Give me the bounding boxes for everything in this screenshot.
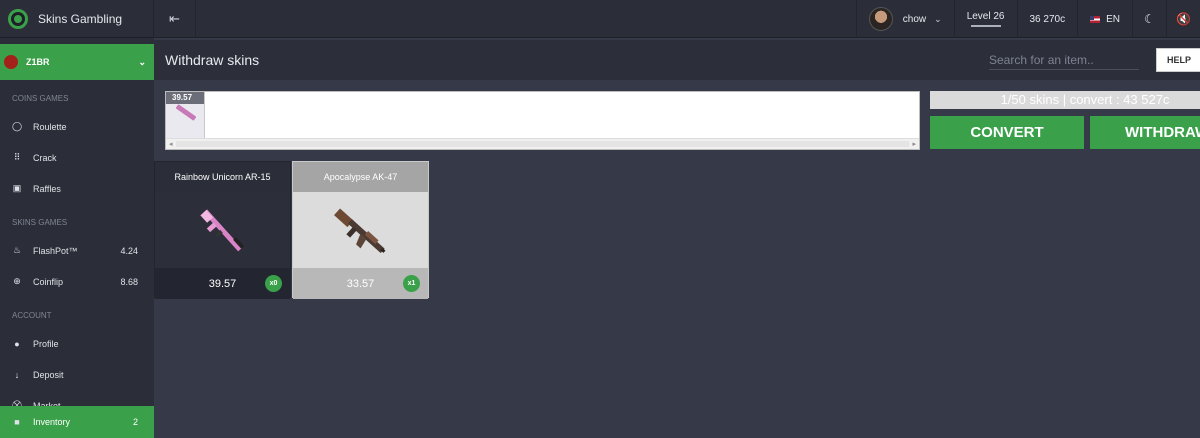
language-label: EN bbox=[1106, 13, 1120, 25]
skin-footer: 33.57 x1 bbox=[293, 268, 428, 299]
briefcase-icon: ■ bbox=[14, 417, 20, 427]
selected-item-price: 39.57 bbox=[166, 92, 204, 104]
rifle-icon bbox=[175, 104, 197, 121]
flame-icon: ♨ bbox=[12, 245, 22, 255]
sidebar-username: Z1BR bbox=[26, 57, 50, 67]
sidebar-item-label: Roulette bbox=[33, 121, 67, 132]
target-icon: ⊕ bbox=[13, 276, 21, 286]
sidebar-item-label: Coinflip bbox=[33, 276, 64, 287]
rifle-icon bbox=[334, 208, 386, 254]
skin-name: Rainbow Unicorn AR-15 bbox=[155, 162, 290, 192]
selected-items-strip: 39.57 ◂ ▸ bbox=[165, 91, 920, 150]
skin-footer: 39.57 x0 bbox=[155, 268, 290, 299]
chevron-down-icon: ⌄ bbox=[934, 13, 942, 24]
sidebar-item-roulette[interactable]: ◯ Roulette bbox=[0, 111, 154, 142]
brand[interactable]: Skins Gambling bbox=[0, 0, 154, 38]
sidebar-item-value: 2 bbox=[132, 417, 138, 427]
skin-name: Apocalypse AK-47 bbox=[293, 162, 428, 192]
section-title: ACCOUNT bbox=[12, 311, 52, 320]
chevron-down-icon: ⌄ bbox=[138, 56, 146, 67]
user-menu[interactable]: chow ⌄ bbox=[855, 0, 954, 38]
withdraw-button[interactable]: WITHDRAW bbox=[1090, 116, 1200, 149]
scroll-right-icon[interactable]: ▸ bbox=[912, 140, 916, 148]
skin-price: 39.57 bbox=[208, 277, 237, 290]
scroll-left-icon[interactable]: ◂ bbox=[169, 140, 173, 148]
user-badge-icon bbox=[4, 55, 18, 69]
sidebar-item-label: FlashPot™ bbox=[33, 245, 78, 256]
menu-toggle-icon[interactable]: ⇤ bbox=[154, 0, 196, 38]
skin-count-badge: x0 bbox=[265, 275, 282, 292]
sidebar-item-value: 4.24 bbox=[120, 245, 138, 256]
box-icon: ▣ bbox=[12, 183, 22, 193]
sidebar-item-inventory[interactable]: ■ Inventory 2 bbox=[0, 406, 154, 438]
us-flag-icon bbox=[1090, 15, 1101, 23]
horizontal-scrollbar[interactable]: ◂ ▸ bbox=[166, 138, 919, 149]
balance: 36 270c bbox=[1016, 0, 1078, 38]
scrollbar-thumb[interactable] bbox=[176, 141, 909, 147]
rifle-icon bbox=[200, 209, 245, 252]
skin-image bbox=[155, 192, 290, 268]
sidebar-item-value: 8.68 bbox=[120, 276, 138, 287]
sound-mute-icon[interactable]: 🔇 bbox=[1166, 0, 1200, 38]
arrow-down-icon: ↓ bbox=[14, 369, 20, 380]
sidebar-item-label: Raffles bbox=[33, 183, 61, 194]
top-bar: Skins Gambling ⇤ chow ⌄ Level 26 36 270c… bbox=[0, 0, 1200, 38]
balance-value: 36 270c bbox=[1029, 13, 1066, 25]
brand-logo-icon bbox=[8, 9, 28, 29]
sidebar-user-toggle[interactable]: Z1BR ⌄ bbox=[0, 44, 154, 80]
section-title: SKINS GAMES bbox=[12, 218, 68, 227]
sidebar-item-label: Inventory bbox=[33, 417, 71, 427]
help-button[interactable]: HELP bbox=[1156, 48, 1200, 72]
night-mode-icon[interactable]: ☾ bbox=[1132, 0, 1166, 38]
convert-summary: 1/50 skins | convert : 43 527c bbox=[930, 91, 1200, 109]
top-right-controls: chow ⌄ Level 26 36 270c EN ☾ 🔇 bbox=[855, 0, 1200, 38]
sidebar-item-label: Crack bbox=[33, 152, 57, 163]
skin-count-badge: x1 bbox=[403, 275, 420, 292]
circle-icon: ◯ bbox=[12, 121, 23, 131]
avatar bbox=[868, 7, 893, 31]
sidebar-item-deposit[interactable]: ↓ Deposit bbox=[0, 359, 154, 390]
convert-button[interactable]: CONVERT bbox=[930, 116, 1084, 149]
section-title: COINS GAMES bbox=[12, 94, 69, 103]
grid-icon: ⠿ bbox=[13, 152, 21, 162]
level-indicator: Level 26 bbox=[953, 0, 1017, 38]
sidebar-item-profile[interactable]: ● Profile bbox=[0, 328, 154, 359]
sidebar-item-label: Deposit bbox=[33, 369, 64, 380]
level-progress-bar bbox=[970, 25, 1001, 27]
sidebar-item-raffles[interactable]: ▣ Raffles bbox=[0, 173, 154, 204]
skin-card[interactable]: Apocalypse AK-47 33.57 x1 bbox=[292, 161, 429, 299]
sidebar-item-flashpot[interactable]: ♨ FlashPot™ 4.24 bbox=[0, 235, 154, 266]
skin-card[interactable]: Rainbow Unicorn AR-15 39.57 x0 bbox=[154, 161, 291, 299]
skin-price: 33.57 bbox=[346, 277, 375, 290]
username: chow bbox=[902, 13, 927, 25]
search-input[interactable] bbox=[989, 50, 1139, 70]
page-header: Withdraw skins HELP bbox=[154, 40, 1200, 80]
user-icon: ● bbox=[14, 338, 20, 349]
level-label: Level 26 bbox=[966, 11, 1005, 22]
brand-name: Skins Gambling bbox=[38, 12, 123, 26]
sidebar-item-coinflip[interactable]: ⊕ Coinflip 8.68 bbox=[0, 266, 154, 297]
skin-image bbox=[293, 192, 428, 268]
sidebar-item-label: Profile bbox=[33, 338, 59, 349]
selected-item[interactable]: 39.57 bbox=[166, 92, 205, 138]
language-selector[interactable]: EN bbox=[1077, 0, 1132, 38]
page-title: Withdraw skins bbox=[165, 52, 260, 68]
sidebar: Z1BR ⌄ COINS GAMES ◯ Roulette ⠿ Crack ▣ … bbox=[0, 38, 154, 438]
sidebar-item-crack[interactable]: ⠿ Crack bbox=[0, 142, 154, 173]
